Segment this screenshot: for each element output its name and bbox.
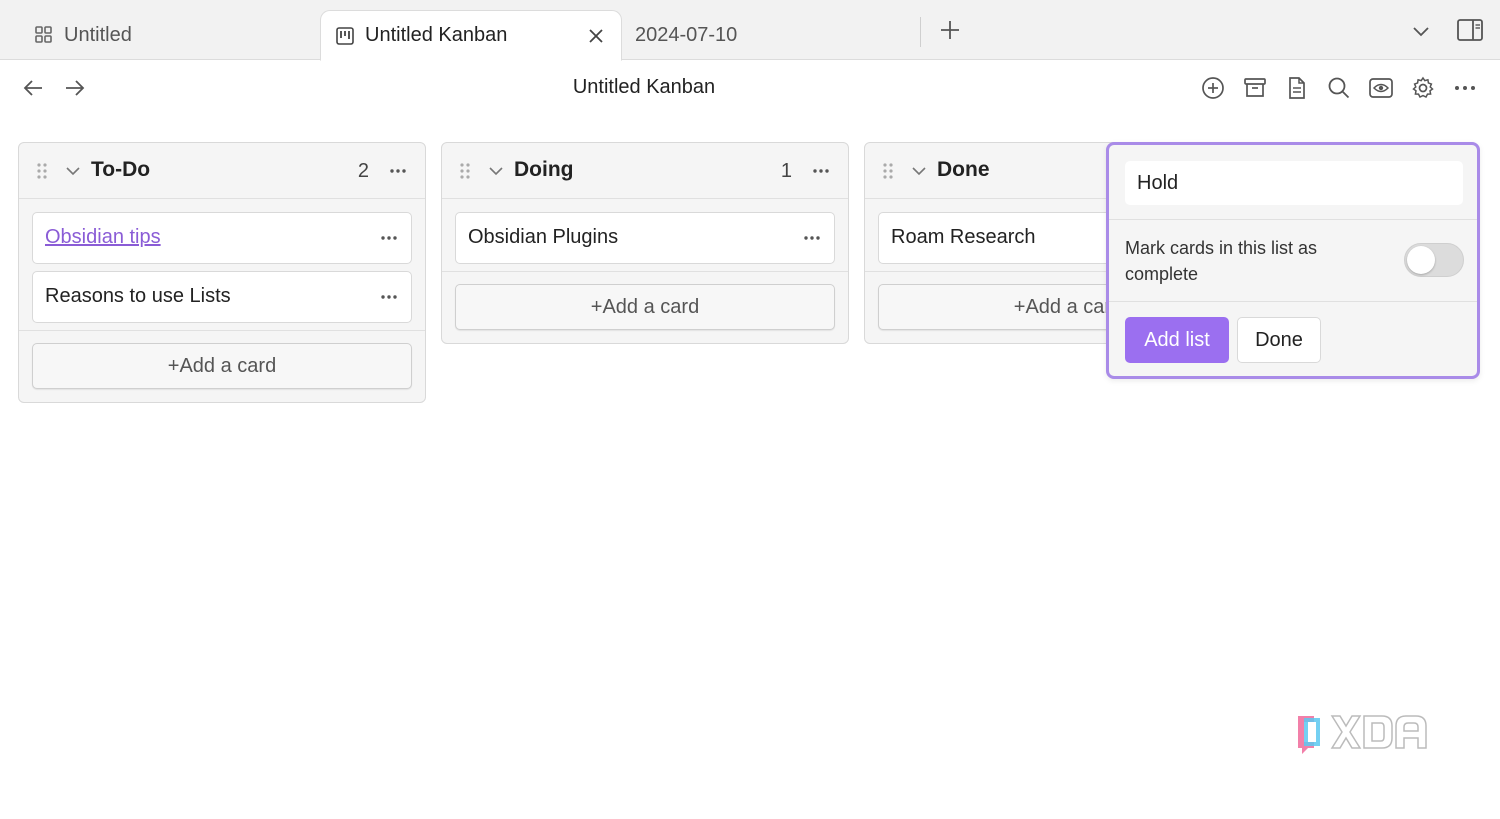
lane-to-do: To-Do 2 Obsidian tips Reasons to use Lis…	[18, 142, 426, 403]
card-link[interactable]: Obsidian tips	[45, 226, 161, 249]
more-options-icon[interactable]	[800, 227, 824, 249]
close-icon[interactable]	[585, 25, 607, 47]
more-options-icon[interactable]	[385, 159, 411, 183]
tab-daily-note[interactable]: 2024-07-10	[635, 10, 915, 60]
list-title-input[interactable]	[1125, 161, 1463, 205]
new-list-form: Mark cards in this list as complete Add …	[1106, 142, 1480, 379]
add-card-button[interactable]: +Add a card	[32, 343, 412, 389]
add-list-button[interactable]: Add list	[1125, 317, 1229, 363]
chevron-down-icon[interactable]	[909, 161, 929, 181]
tab-untitled[interactable]: Untitled	[34, 10, 319, 60]
new-tab-plus-icon[interactable]	[936, 16, 964, 44]
lane-title[interactable]: Done	[937, 158, 990, 182]
archive-icon[interactable]	[1241, 74, 1269, 102]
lane-header: Doing 1	[442, 143, 848, 199]
tab-untitled-kanban[interactable]: Untitled Kanban	[320, 10, 622, 61]
tab-label: 2024-07-10	[635, 23, 738, 46]
lane-header: To-Do 2	[19, 143, 425, 199]
tab-divider	[920, 17, 921, 47]
tab-label: Untitled Kanban	[365, 24, 508, 46]
chevron-down-icon[interactable]	[486, 161, 506, 181]
lane-title[interactable]: Doing	[514, 158, 573, 182]
card-text: Roam Research	[891, 226, 1036, 248]
lane-title[interactable]: To-Do	[91, 158, 150, 182]
kanban-icon	[335, 26, 355, 46]
more-options-icon[interactable]	[1451, 74, 1479, 102]
done-button[interactable]: Done	[1237, 317, 1321, 363]
add-card-button[interactable]: +Add a card	[455, 284, 835, 330]
tab-bar: Untitled Untitled Kanban 2024-07-10	[0, 0, 1500, 61]
drag-handle-icon[interactable]	[458, 162, 472, 180]
kanban-card[interactable]: Obsidian tips	[32, 212, 412, 264]
lane-card-count: 2	[357, 160, 369, 182]
document-icon[interactable]	[1283, 74, 1311, 102]
drag-handle-icon[interactable]	[35, 162, 49, 180]
mark-complete-label: Mark cards in this list as complete	[1125, 238, 1318, 284]
view-header: Untitled Kanban	[0, 60, 1500, 116]
add-list-plus-circle-icon[interactable]	[1199, 74, 1227, 102]
toggle-knob	[1407, 246, 1435, 274]
mark-complete-toggle[interactable]	[1404, 243, 1464, 277]
gear-icon[interactable]	[1409, 74, 1437, 102]
more-options-icon[interactable]	[377, 286, 401, 308]
page-title: Untitled Kanban	[572, 76, 716, 98]
more-options-icon[interactable]	[377, 227, 401, 249]
preview-eye-icon[interactable]	[1367, 74, 1395, 102]
xda-watermark-logo	[1292, 708, 1442, 758]
chevron-down-icon[interactable]	[63, 161, 83, 181]
drag-handle-icon[interactable]	[881, 162, 895, 180]
chevron-down-icon[interactable]	[1408, 18, 1434, 44]
kanban-card[interactable]: Obsidian Plugins	[455, 212, 835, 264]
lane-card-count: 1	[780, 160, 792, 182]
more-options-icon[interactable]	[808, 159, 834, 183]
tab-label: Untitled	[64, 23, 132, 46]
grid-icon	[34, 25, 54, 45]
lane-doing: Doing 1 Obsidian Plugins +Add a card	[441, 142, 849, 344]
divider	[1109, 301, 1477, 302]
sidebar-toggle-icon[interactable]	[1455, 16, 1485, 44]
divider	[1109, 219, 1477, 220]
search-icon[interactable]	[1325, 74, 1353, 102]
card-text: Reasons to use Lists	[45, 285, 231, 307]
kanban-card[interactable]: Reasons to use Lists	[32, 271, 412, 323]
card-text: Obsidian Plugins	[468, 226, 619, 248]
